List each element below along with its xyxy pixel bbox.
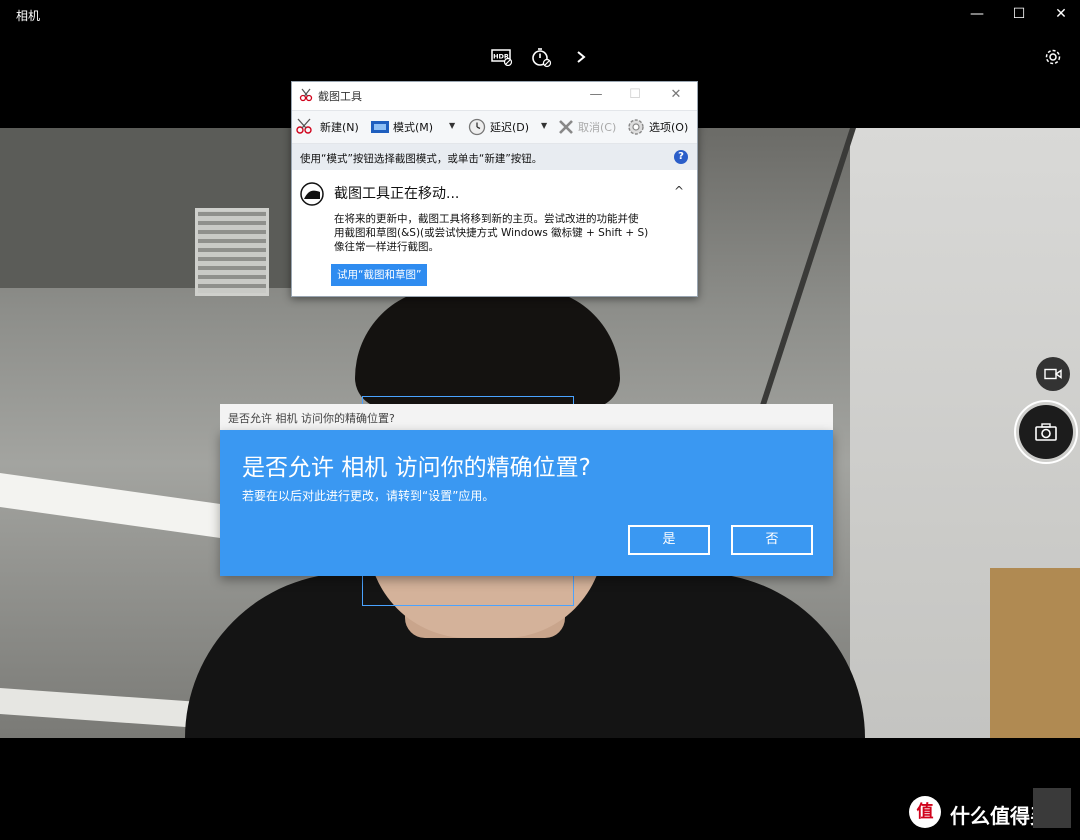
permission-bar-text: 是否允许 相机 访问你的精确位置?: [228, 412, 395, 425]
deny-no-button[interactable]: 否: [731, 525, 813, 555]
snip-maximize-button[interactable]: ☐: [621, 85, 649, 105]
window-titlebar: 相机 — ☐ ✕: [0, 0, 1080, 28]
snipping-tool-title: 截图工具: [318, 90, 362, 103]
notice-title: 截图工具正在移动...: [334, 186, 460, 202]
cancel-snip-button[interactable]: 取消(C): [557, 118, 616, 136]
snip-sketch-icon: [300, 182, 324, 206]
chevron-right-icon[interactable]: [568, 44, 594, 70]
options-label: 选项(O): [649, 121, 689, 134]
snipping-tool-titlebar: 截图工具 — ☐ ✕: [292, 82, 697, 108]
new-snip-button[interactable]: 新建(N): [295, 118, 359, 136]
try-snip-sketch-button[interactable]: 试用“截图和草图”: [331, 264, 428, 286]
new-snip-label: 新建(N): [320, 121, 359, 134]
snipping-toolbar: 新建(N) 模式(M) ▼ 延迟(D) ▼ 取消(C) 选项(O): [292, 110, 697, 144]
permission-subtitle: 若要在以后对此进行更改，请转到“设置”应用。: [242, 489, 495, 503]
notice-line: 在将来的更新中，截图工具将移到新的主页。尝试改进的功能并使: [334, 213, 639, 225]
notice-line: 像往常一样进行截图。: [334, 241, 439, 253]
watermark-logo: 值: [909, 796, 941, 828]
hint-text: 使用“模式”按钮选择截图模式，或单击“新建”按钮。: [300, 153, 543, 165]
camera-icon: [1035, 423, 1057, 441]
clock-icon: [468, 118, 486, 136]
air-vent: [195, 208, 269, 296]
snip-minimize-button[interactable]: —: [582, 85, 610, 105]
help-icon[interactable]: ?: [674, 150, 688, 164]
delay-dropdown-arrow-icon[interactable]: ▼: [541, 121, 547, 130]
gear-icon[interactable]: [1040, 44, 1066, 70]
snip-close-button[interactable]: ✕: [662, 85, 690, 105]
notice-body: 在将来的更新中，截图工具将移到新的主页。尝试改进的功能并使 用截图和草图(&S)…: [334, 212, 679, 254]
allow-yes-button[interactable]: 是: [628, 525, 710, 555]
cancel-snip-label: 取消(C): [578, 121, 617, 134]
mode-button[interactable]: 模式(M): [370, 118, 433, 136]
hdr-icon[interactable]: HDR: [489, 44, 515, 70]
notice-line: 用截图和草图(&S)(或尝试快捷方式 Windows 徽标键 + Shift +…: [334, 227, 649, 239]
delay-label: 延迟(D): [490, 121, 530, 134]
snipping-tool-window: 截图工具 — ☐ ✕ 新建(N) 模式(M) ▼ 延迟(D) ▼ 取消(C) 选…: [291, 81, 698, 297]
delay-button[interactable]: 延迟(D): [467, 118, 529, 136]
rectangle-mode-icon: [371, 121, 389, 133]
app-title: 相机: [16, 9, 41, 23]
last-photo-thumbnail[interactable]: [1033, 788, 1071, 828]
permission-title: 是否允许 相机 访问你的精确位置?: [242, 455, 591, 481]
person-hair: [355, 288, 620, 408]
scissors-icon: [299, 88, 313, 102]
options-gear-icon: [628, 119, 644, 135]
maximize-button[interactable]: ☐: [1007, 4, 1031, 24]
mode-label: 模式(M): [393, 121, 434, 134]
options-button[interactable]: 选项(O): [626, 118, 688, 136]
permission-dialog-titlebar: 是否允许 相机 访问你的精确位置?: [220, 404, 833, 430]
close-button[interactable]: ✕: [1049, 4, 1073, 24]
snipping-hint-bar: 使用“模式”按钮选择截图模式，或单击“新建”按钮。: [292, 144, 697, 170]
new-snip-icon: [296, 118, 312, 134]
timer-icon[interactable]: [528, 44, 554, 70]
mode-dropdown-arrow-icon[interactable]: ▼: [449, 121, 455, 130]
permission-dialog: 是否允许 相机 访问你的精确位置? 若要在以后对此进行更改，请转到“设置”应用。…: [220, 430, 833, 576]
minimize-button[interactable]: —: [965, 4, 989, 24]
video-mode-button[interactable]: [1036, 357, 1070, 391]
cancel-x-icon: [559, 120, 573, 134]
video-camera-icon: [1044, 368, 1062, 380]
take-photo-button[interactable]: [1014, 400, 1078, 464]
shutter-inner: [1019, 405, 1073, 459]
collapse-chevron-icon[interactable]: ^: [674, 184, 684, 198]
cardboard-box: [990, 568, 1080, 738]
